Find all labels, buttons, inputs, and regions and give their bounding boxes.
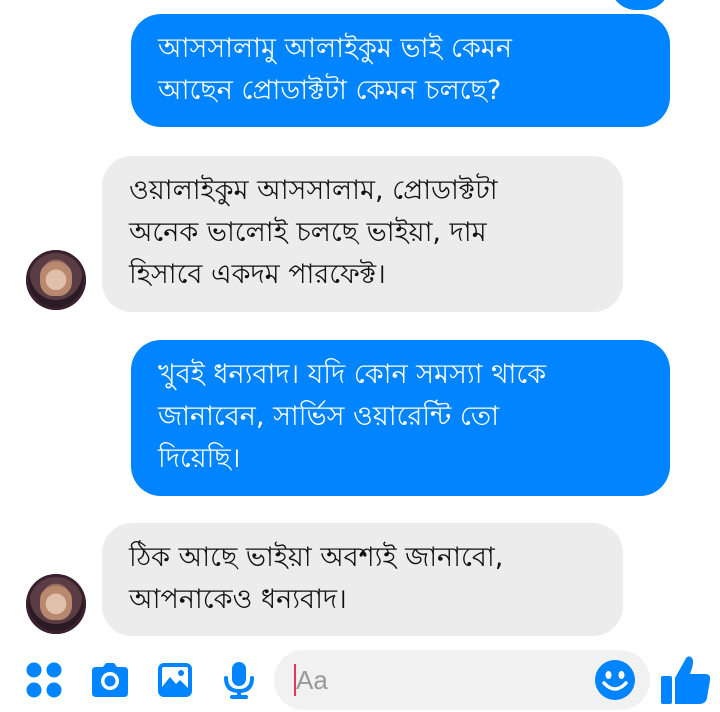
microphone-icon[interactable]: [219, 660, 259, 700]
message-outgoing[interactable]: খুবই ধন্যবাদ। যদি কোন সমস্যা থাকে জানাবে…: [131, 340, 670, 496]
contact-avatar[interactable]: [26, 574, 86, 634]
camera-icon[interactable]: [90, 660, 130, 700]
thumbs-up-icon[interactable]: [658, 652, 714, 708]
message-incoming[interactable]: ওয়ালাইকুম আসসালাম, প্রোডাক্টটা অনেক ভাল…: [102, 156, 623, 312]
previous-message-bubble: [610, 0, 670, 10]
message-thread: আসসালামু আলাইকুম ভাই কেমন আছেন প্রোডাক্ট…: [0, 0, 720, 645]
message-incoming[interactable]: ঠিক আছে ভাইয়া অবশ্যই জানাবো, আপনাকেও ধন…: [102, 523, 623, 636]
gallery-icon[interactable]: [155, 660, 195, 700]
contact-avatar[interactable]: [26, 250, 86, 310]
apps-icon[interactable]: [24, 660, 64, 700]
message-outgoing[interactable]: আসসালামু আলাইকুম ভাই কেমন আছেন প্রোডাক্ট…: [131, 14, 670, 127]
message-input[interactable]: [296, 662, 566, 698]
emoji-icon[interactable]: [594, 659, 636, 701]
